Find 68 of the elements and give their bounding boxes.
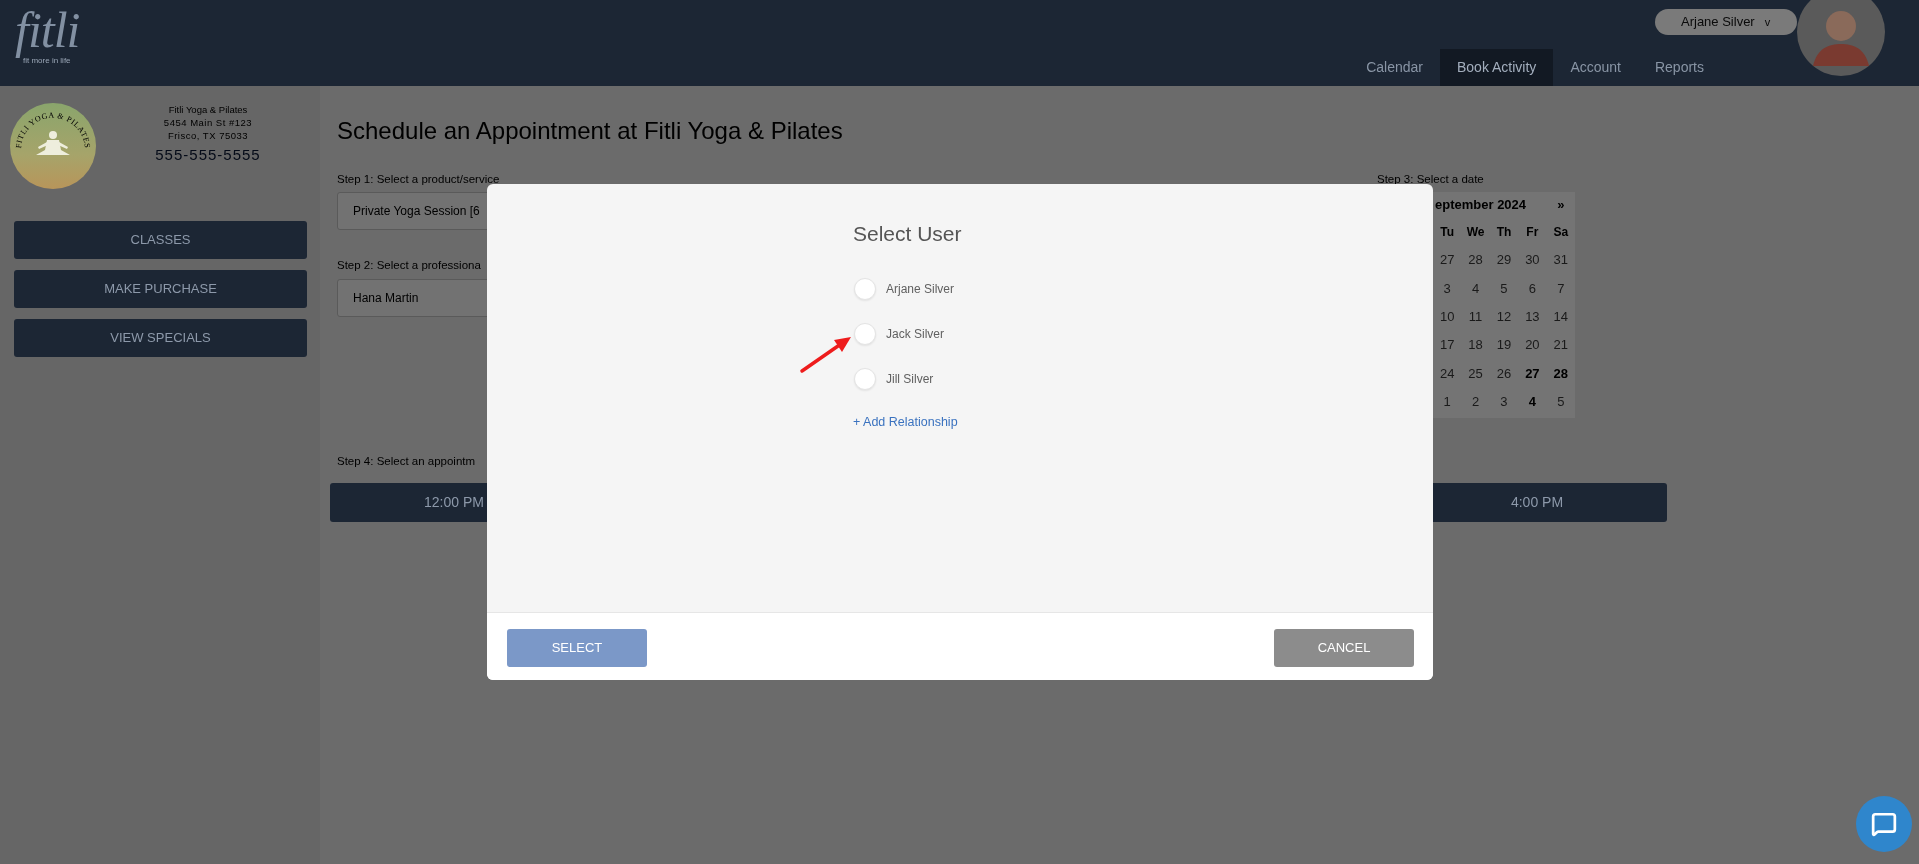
logo-wordmark: fitli	[15, 4, 80, 56]
address-line: 5454 Main St #123	[163, 116, 253, 129]
calendar-day[interactable]: 13	[1525, 307, 1540, 327]
next-month-button[interactable]: »	[1546, 195, 1575, 215]
calendar-day[interactable]: 5	[1500, 278, 1508, 299]
calendar-day[interactable]: 21	[1553, 335, 1568, 355]
calendar-day[interactable]: 5	[1557, 391, 1565, 412]
calendar-day[interactable]: 7	[1557, 278, 1565, 299]
user-avatar[interactable]	[1797, 0, 1885, 76]
address-line: Frisco, TX 75033	[167, 129, 249, 142]
nav-tab[interactable]: Reports	[1637, 49, 1721, 86]
sidebar-button[interactable]: CLASSES	[14, 221, 307, 259]
dialog-button[interactable]: CANCEL	[1274, 629, 1414, 667]
calendar-day[interactable]: 24	[1439, 363, 1455, 384]
radio-label: Arjane Silver	[886, 280, 955, 298]
radio-button[interactable]	[854, 367, 876, 390]
calendar-day[interactable]: 17	[1439, 335, 1455, 355]
calendar-day[interactable]: 10	[1439, 307, 1455, 327]
radio-label: Jack Silver	[886, 325, 944, 343]
nav-tab[interactable]: Calendar	[1349, 49, 1440, 86]
weekday-label: We	[1466, 224, 1485, 241]
calendar-day[interactable]: 27	[1525, 363, 1540, 384]
sidebar-button[interactable]: MAKE PURCHASE	[14, 270, 307, 308]
calendar-day[interactable]: 4	[1528, 391, 1536, 412]
field-label: Step 3: Select a date	[1377, 172, 1485, 186]
calendar-day[interactable]: 14	[1553, 307, 1568, 327]
phone-number: 555-555-5555	[155, 145, 261, 165]
user-menu-button[interactable]: Arjane Silver v	[1655, 9, 1797, 35]
studio-name: Fitli Yoga & Pilates	[168, 103, 248, 116]
sidebar-button[interactable]: VIEW SPECIALS	[14, 319, 307, 357]
speech-bubble-icon	[1871, 811, 1897, 837]
radio-button[interactable]	[854, 322, 876, 345]
calendar-day[interactable]: 3	[1443, 278, 1451, 299]
nav-tab[interactable]: Account	[1553, 49, 1638, 86]
field-label: Step 1: Select a product/service	[337, 172, 501, 186]
calendar-day[interactable]: 2	[1471, 391, 1480, 412]
nav-tab[interactable]: Book Activity	[1440, 49, 1554, 86]
calendar-day[interactable]: 12	[1496, 307, 1512, 327]
calendar-day[interactable]: 6	[1528, 278, 1536, 299]
calendar-day[interactable]: 25	[1468, 363, 1483, 384]
calendar-day[interactable]: 4	[1471, 278, 1480, 299]
calendar-day[interactable]: 31	[1553, 250, 1568, 270]
month-label: eptember 2024	[1435, 196, 1527, 215]
add-relationship-link[interactable]: + Add Relationship	[853, 414, 958, 430]
calendar-day[interactable]: 18	[1468, 335, 1483, 355]
weekday-label: Th	[1496, 224, 1512, 241]
field-label: Step 4: Select an appointm	[337, 453, 477, 468]
page-title: Schedule an Appointment at Fitli Yoga & Pilates	[337, 116, 844, 146]
dialog-title: Select User	[853, 221, 962, 247]
weekday-label: Tu	[1440, 224, 1455, 241]
logo-tagline: fit more in life	[23, 56, 71, 66]
chat-button[interactable]	[1856, 796, 1912, 852]
calendar-day[interactable]: 26	[1496, 363, 1512, 384]
calendar-day[interactable]: 20	[1525, 335, 1540, 355]
calendar-day[interactable]: 29	[1496, 250, 1512, 270]
calendar-day[interactable]: 1	[1443, 391, 1451, 412]
calendar-day[interactable]: 30	[1525, 250, 1540, 270]
calendar-day[interactable]: 11	[1468, 307, 1483, 327]
weekday-label: Sa	[1553, 224, 1569, 241]
calendar-day[interactable]: 28	[1553, 363, 1568, 384]
weekday-label: Fr	[1526, 224, 1539, 241]
calendar-day[interactable]: 28	[1468, 250, 1483, 270]
radio-button[interactable]	[854, 277, 876, 300]
calendar-day[interactable]: 19	[1496, 335, 1512, 355]
radio-label: Jill Silver	[886, 370, 934, 388]
field-label: Step 2: Select a professiona	[337, 258, 482, 272]
calendar-day[interactable]: 3	[1500, 391, 1508, 412]
calendar-day[interactable]: 27	[1439, 250, 1455, 270]
